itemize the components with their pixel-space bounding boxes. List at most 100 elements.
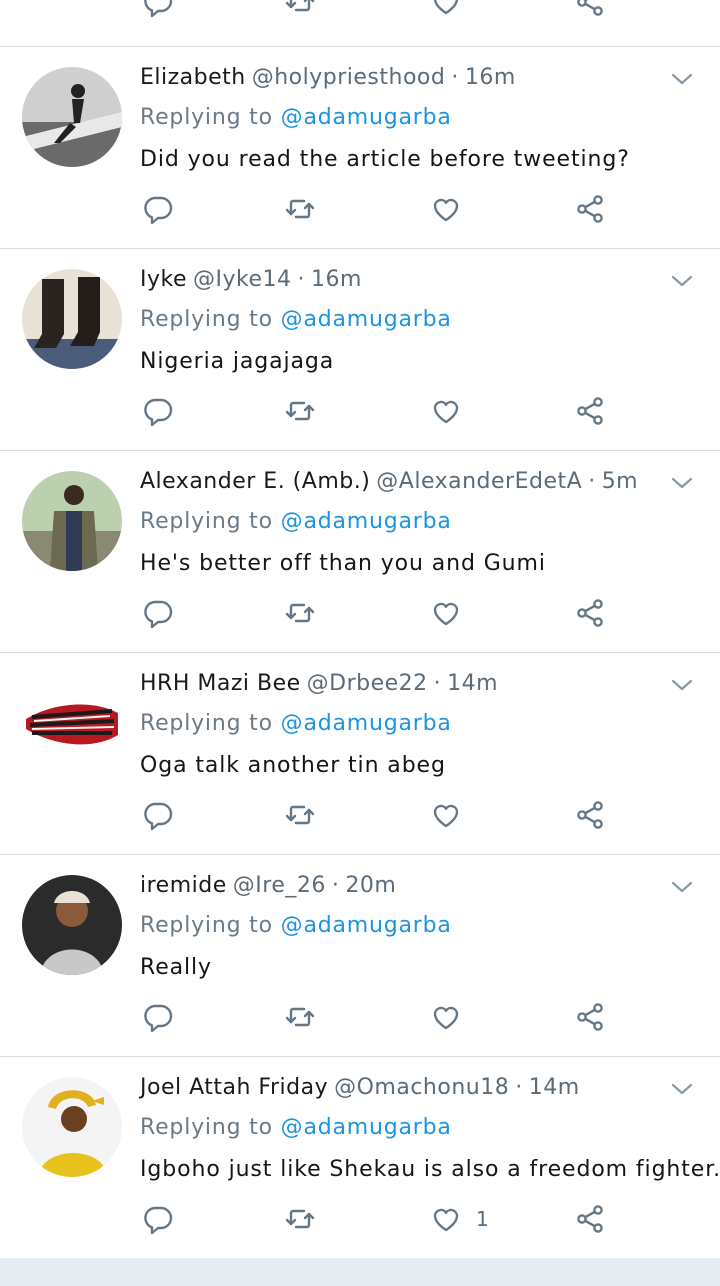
display-name[interactable]: HRH Mazi Bee <box>140 671 301 696</box>
tweet-item[interactable]: iremide @Ire_26 · 20m Replying to @adamugar… <box>0 855 720 1057</box>
reply-icon[interactable] <box>142 395 178 431</box>
tweet-actions <box>0 799 720 839</box>
tweet-header: Elizabeth @holypriesthood · 16m <box>140 65 516 90</box>
timestamp[interactable]: 14m <box>529 1075 580 1100</box>
chevron-down-icon[interactable] <box>670 877 694 897</box>
avatar[interactable] <box>22 67 122 167</box>
avatar[interactable] <box>22 1077 122 1177</box>
display-name[interactable]: Alexander E. (Amb.) <box>140 469 370 494</box>
display-name[interactable]: iremide <box>140 873 227 898</box>
retweet-icon[interactable] <box>284 193 320 229</box>
timestamp[interactable]: 20m <box>345 873 396 898</box>
share-icon[interactable] <box>574 0 610 22</box>
reply-icon[interactable] <box>142 1203 178 1239</box>
chevron-down-icon[interactable] <box>670 473 694 493</box>
heart-icon[interactable] <box>430 799 466 835</box>
display-name[interactable]: Elizabeth <box>140 65 246 90</box>
share-icon[interactable] <box>574 395 610 431</box>
timestamp[interactable]: 14m <box>447 671 498 696</box>
tweet-actions <box>0 395 720 435</box>
tweet-header: Iyke @Iyke14 · 16m <box>140 267 362 292</box>
display-name[interactable]: Iyke <box>140 267 187 292</box>
tweet-header: iremide @Ire_26 · 20m <box>140 873 397 898</box>
previous-tweet-actions <box>0 0 720 47</box>
mention-link[interactable]: @adamugarba <box>281 1115 452 1140</box>
replying-label: Replying to <box>140 307 273 332</box>
user-handle[interactable]: @Omachonu18 <box>334 1075 509 1100</box>
tweet-text: Nigeria jagajaga <box>140 349 335 374</box>
retweet-icon[interactable] <box>284 597 320 633</box>
retweet-icon[interactable] <box>284 1203 320 1239</box>
replying-label: Replying to <box>140 913 273 938</box>
heart-icon[interactable] <box>430 1001 466 1037</box>
tweet-header: HRH Mazi Bee @Drbee22 · 14m <box>140 671 499 696</box>
retweet-icon[interactable] <box>284 0 320 22</box>
tweet-text: Really <box>140 955 212 980</box>
retweet-icon[interactable] <box>284 1001 320 1037</box>
share-icon[interactable] <box>574 597 610 633</box>
mention-link[interactable]: @adamugarba <box>281 711 452 736</box>
tweet-item[interactable]: HRH Mazi Bee @Drbee22 · 14m Replying to @ad… <box>0 653 720 855</box>
tweet-text: Oga talk another tin abeg <box>140 753 446 778</box>
replying-label: Replying to <box>140 509 273 534</box>
avatar[interactable] <box>22 269 122 369</box>
like-count: 1 <box>476 1207 489 1231</box>
heart-icon[interactable] <box>430 395 466 431</box>
bottom-divider <box>0 1258 720 1286</box>
reply-icon[interactable] <box>142 0 178 22</box>
tweet-item[interactable]: Joel Attah Friday @Omachonu18 · 14m Replyin… <box>0 1057 720 1259</box>
heart-icon[interactable] <box>430 597 466 633</box>
tweet-item[interactable]: Alexander E. (Amb.) @AlexanderEdetA · 5m Re… <box>0 451 720 653</box>
tweet-header: Joel Attah Friday @Omachonu18 · 14m <box>140 1075 580 1100</box>
reply-icon[interactable] <box>142 597 178 633</box>
tweet-text: Did you read the article before tweeting… <box>140 147 630 172</box>
replying-label: Replying to <box>140 1115 273 1140</box>
heart-icon[interactable] <box>430 193 466 229</box>
share-icon[interactable] <box>574 1203 610 1239</box>
mention-link[interactable]: @adamugarba <box>281 913 452 938</box>
user-handle[interactable]: @holypriesthood <box>252 65 446 90</box>
chevron-down-icon[interactable] <box>670 1079 694 1099</box>
share-icon[interactable] <box>574 799 610 835</box>
share-icon[interactable] <box>574 1001 610 1037</box>
replying-label: Replying to <box>140 711 273 736</box>
avatar[interactable] <box>22 471 122 571</box>
timestamp[interactable]: 5m <box>602 469 638 494</box>
reply-icon[interactable] <box>142 1001 178 1037</box>
tweet-actions <box>0 193 720 233</box>
tweet-item[interactable]: Elizabeth @holypriesthood · 16m Replying to… <box>0 47 720 249</box>
retweet-icon[interactable] <box>284 799 320 835</box>
heart-icon[interactable] <box>430 1203 466 1239</box>
mention-link[interactable]: @adamugarba <box>281 509 452 534</box>
share-icon[interactable] <box>574 193 610 229</box>
replying-label: Replying to <box>140 105 273 130</box>
heart-icon[interactable] <box>430 0 466 22</box>
user-handle[interactable]: @Drbee22 <box>307 671 428 696</box>
timestamp[interactable]: 16m <box>465 65 516 90</box>
chevron-down-icon[interactable] <box>670 271 694 291</box>
user-handle[interactable]: @Iyke14 <box>193 267 292 292</box>
replying-to-line: Replying to @adamugarba <box>140 509 452 534</box>
tweet-text: Igboho just like Shekau is also a freedo… <box>140 1157 720 1182</box>
tweet-header: Alexander E. (Amb.) @AlexanderEdetA · 5m <box>140 469 639 494</box>
replying-to-line: Replying to @adamugarba <box>140 105 452 130</box>
display-name[interactable]: Joel Attah Friday <box>140 1075 328 1100</box>
replying-to-line: Replying to @adamugarba <box>140 913 452 938</box>
reply-icon[interactable] <box>142 193 178 229</box>
replying-to-line: Replying to @adamugarba <box>140 307 452 332</box>
chevron-down-icon[interactable] <box>670 69 694 89</box>
avatar[interactable] <box>22 875 122 975</box>
timestamp[interactable]: 16m <box>311 267 362 292</box>
tweet-item[interactable]: Iyke @Iyke14 · 16m Replying to @adamugarba … <box>0 249 720 451</box>
tweet-text: He's better off than you and Gumi <box>140 551 546 576</box>
user-handle[interactable]: @Ire_26 <box>233 873 326 898</box>
avatar[interactable] <box>22 673 122 773</box>
retweet-icon[interactable] <box>284 395 320 431</box>
mention-link[interactable]: @adamugarba <box>281 307 452 332</box>
mention-link[interactable]: @adamugarba <box>281 105 452 130</box>
chevron-down-icon[interactable] <box>670 675 694 695</box>
replying-to-line: Replying to @adamugarba <box>140 711 452 736</box>
reply-icon[interactable] <box>142 799 178 835</box>
replying-to-line: Replying to @adamugarba <box>140 1115 452 1140</box>
user-handle[interactable]: @AlexanderEdetA <box>376 469 582 494</box>
